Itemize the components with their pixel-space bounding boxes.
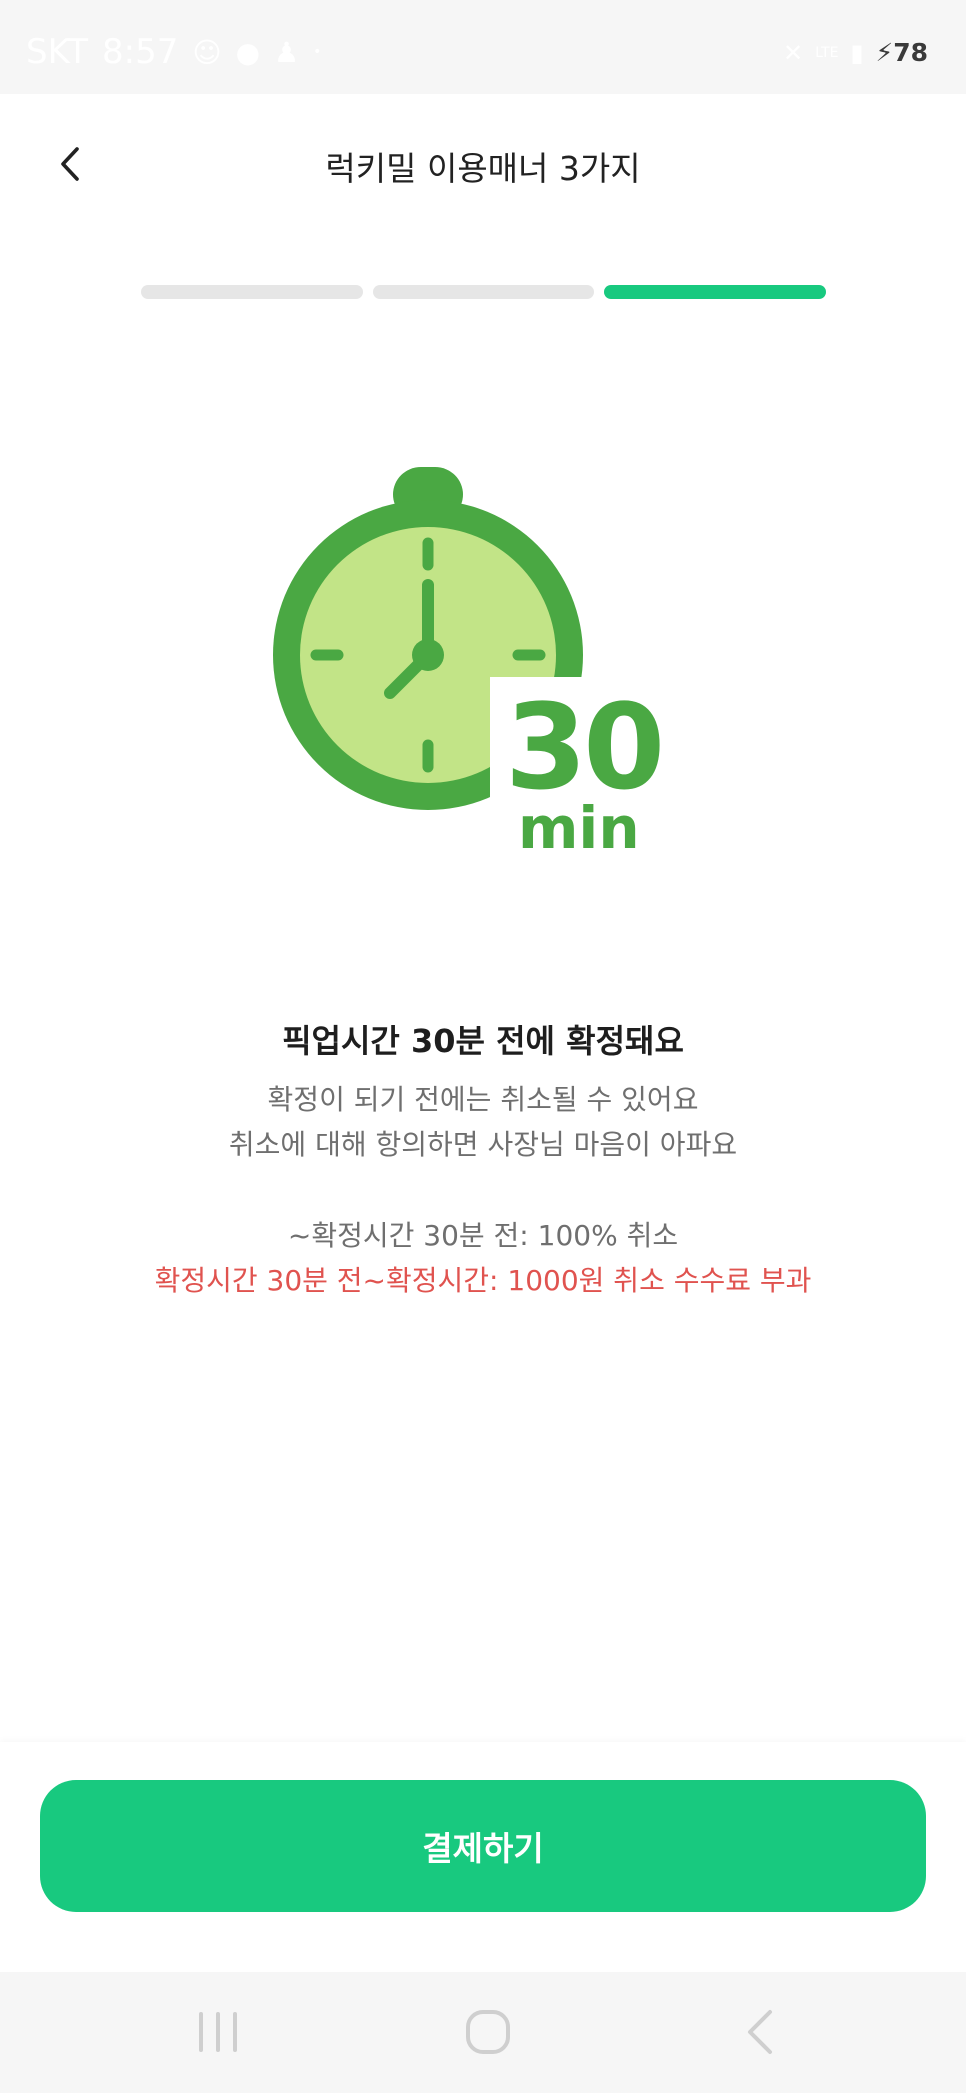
back-icon (748, 2010, 772, 2054)
network-label: LTE (815, 44, 839, 61)
navigation-bar (0, 1972, 966, 2093)
system-back-button[interactable] (730, 2002, 790, 2062)
header: 럭키밀 이용매너 3가지 (0, 94, 966, 234)
charging-icon: ⚡ (875, 38, 894, 67)
battery-level: 78 (893, 38, 928, 67)
battery-indicator: ⚡78 (876, 38, 928, 67)
illustration-unit: min (518, 794, 640, 862)
progress-step-2 (372, 285, 595, 299)
status-right: ✕ LTE ▮ ⚡78 (783, 38, 928, 67)
bottom-action-area: 결제하기 (0, 1742, 966, 1972)
mute-icon: ✕ (783, 38, 804, 67)
stopwatch-icon: 30 min (273, 467, 675, 862)
recent-apps-button[interactable] (188, 2002, 248, 2062)
status-bar: SKT 8:57 ☺ ● ♟ • ✕ LTE ▮ ⚡78 (0, 0, 966, 94)
cancellation-policy-free: ~확정시간 30분 전: 100% 취소 (287, 1219, 679, 1252)
home-button[interactable] (458, 2002, 518, 2062)
page-title: 럭키밀 이용매너 3가지 (325, 149, 641, 188)
stopwatch-illustration: 30 min (260, 455, 690, 875)
dot-icon: • (313, 44, 322, 60)
pay-button[interactable]: 결제하기 (40, 1780, 926, 1912)
recent-apps-icon (199, 2012, 237, 2052)
progress-step-1 (141, 285, 363, 299)
clock: 8:57 (102, 32, 179, 72)
status-left: SKT 8:57 ☺ ● ♟ • (26, 32, 321, 72)
progress-step-3 (604, 285, 827, 299)
progress-steps (141, 285, 827, 299)
cat-icon: ♟ (274, 35, 300, 69)
chat-icon: ● (235, 35, 261, 69)
app-screen: SKT 8:57 ☺ ● ♟ • ✕ LTE ▮ ⚡78 럭키밀 이용매너 3가… (0, 0, 966, 2093)
carrier-label: SKT (26, 32, 89, 72)
signal-icon: ▮ (850, 38, 864, 67)
notification-icon: ☺ (192, 35, 222, 69)
description-line-2: 취소에 대해 항의하면 사장님 마음이 아파요 (228, 1128, 738, 1161)
cancellation-policy-fee: 확정시간 30분 전~확정시간: 1000원 취소 수수료 부과 (154, 1264, 812, 1297)
description-line-1: 확정이 되기 전에는 취소될 수 있어요 (267, 1083, 699, 1116)
main-heading: 픽업시간 30분 전에 확정돼요 (282, 1022, 684, 1060)
home-icon (466, 2010, 510, 2054)
